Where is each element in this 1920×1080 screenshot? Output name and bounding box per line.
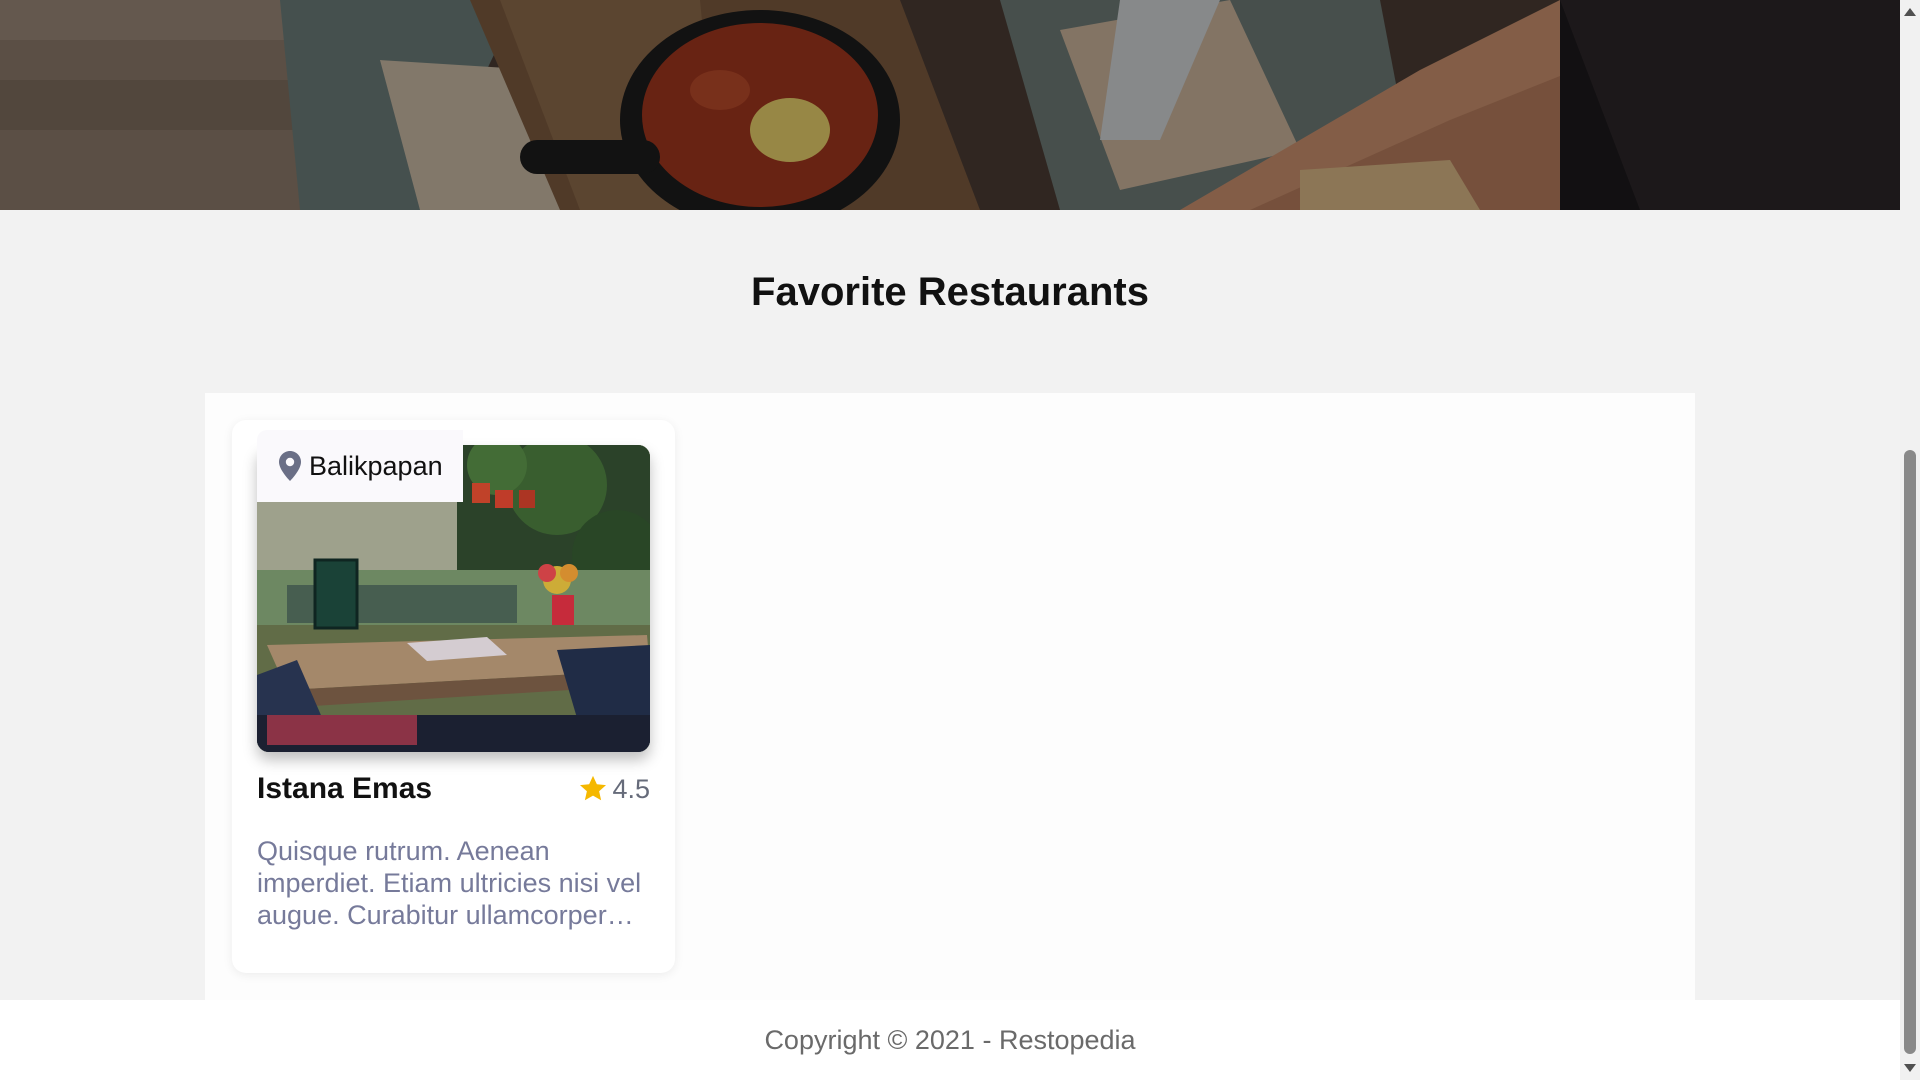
page: Favorite Restaurants Balikpapan Istana E… — [0, 0, 1920, 1080]
page-title: Favorite Restaurants — [751, 270, 1149, 314]
restaurant-name[interactable]: Istana Emas — [257, 772, 432, 806]
hero-food-photo-icon — [0, 0, 1900, 210]
card-header: Istana Emas 4.5 — [257, 772, 650, 806]
city-label: Balikpapan — [309, 450, 443, 481]
scroll-down-arrow-icon[interactable] — [1904, 1064, 1916, 1072]
copyright-text: Copyright © 2021 - Restopedia — [764, 1024, 1136, 1055]
hero-image — [0, 0, 1900, 210]
city-badge: Balikpapan — [257, 430, 463, 502]
restaurant-card[interactable]: Balikpapan Istana Emas 4.5 Quisque rutru… — [232, 420, 675, 973]
location-pin-icon — [279, 451, 301, 481]
viewport: Favorite Restaurants Balikpapan Istana E… — [0, 0, 1900, 1080]
scroll-thumb[interactable] — [1904, 450, 1916, 1054]
rating: 4.5 — [578, 774, 650, 805]
footer: Copyright © 2021 - Restopedia — [0, 1000, 1900, 1080]
star-icon — [580, 775, 607, 801]
restaurant-description: Quisque rutrum. Aenean imperdiet. Etiam … — [257, 836, 642, 930]
vertical-scrollbar[interactable] — [1900, 0, 1920, 1080]
rating-value: 4.5 — [612, 773, 650, 804]
scroll-up-arrow-icon[interactable] — [1904, 8, 1916, 16]
restaurant-list: Balikpapan Istana Emas 4.5 Quisque rutru… — [205, 393, 1695, 1000]
